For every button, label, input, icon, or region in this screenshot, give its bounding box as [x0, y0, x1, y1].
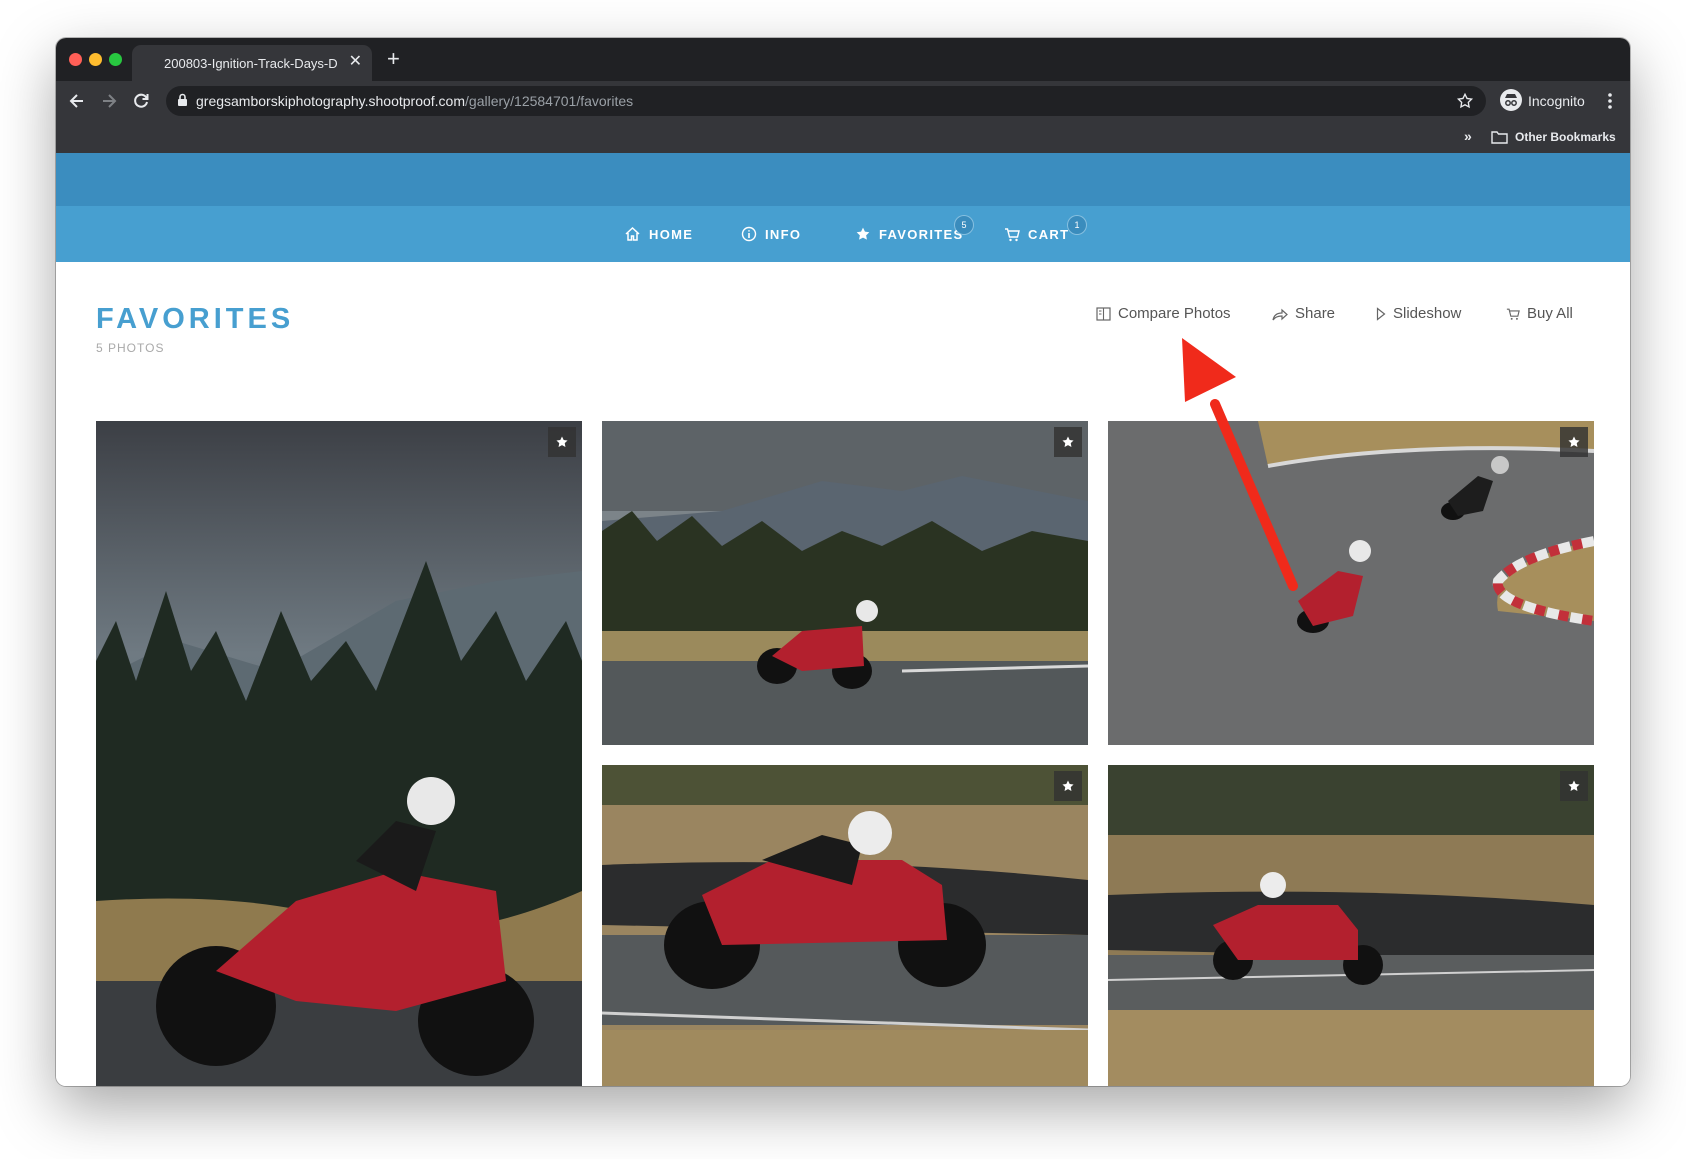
browser-toolbar: gregsamborskiphotography.shootproof.com/… — [56, 81, 1630, 121]
compare-icon — [1096, 306, 1111, 321]
incognito-label: Incognito — [1528, 93, 1585, 109]
nav-info-label: INFO — [765, 226, 802, 242]
gallery-photo-5[interactable] — [1108, 765, 1594, 1086]
url-text: gregsamborskiphotography.shootproof.com/… — [196, 93, 633, 109]
slideshow-label: Slideshow — [1393, 305, 1462, 322]
photo-image — [602, 765, 1088, 1086]
star-icon — [1062, 780, 1074, 791]
share-icon — [1272, 308, 1288, 320]
page-title: FAVORITES — [96, 303, 295, 335]
home-icon — [625, 226, 640, 241]
tab-strip: 200803-Ignition-Track-Days-D ✕ + — [56, 38, 1630, 81]
header-band — [56, 153, 1630, 206]
new-tab-icon[interactable]: + — [387, 47, 400, 71]
favorites-count-badge: 5 — [955, 216, 973, 234]
nav-favorites[interactable]: FAVORITES — [855, 206, 963, 262]
incognito-icon — [1500, 89, 1522, 111]
favorite-toggle-button[interactable] — [548, 427, 576, 457]
url-path: /gallery/12584701/favorites — [465, 93, 634, 109]
bookmarks-overflow-chevron[interactable]: » — [1464, 128, 1472, 144]
browser-window: 200803-Ignition-Track-Days-D ✕ + gregsam… — [56, 38, 1630, 1086]
gallery-photo-2[interactable] — [602, 421, 1088, 745]
page-viewport: HOME INFO FAVORITES 5 CART 1 FAVORITES 5… — [56, 153, 1630, 1086]
forward-icon[interactable] — [98, 90, 120, 112]
other-bookmarks-link[interactable]: Other Bookmarks — [1515, 130, 1616, 144]
buy-all-button[interactable]: Buy All — [1506, 305, 1573, 322]
address-bar[interactable]: gregsamborskiphotography.shootproof.com/… — [166, 86, 1486, 116]
favorite-toggle-button[interactable] — [1560, 427, 1588, 457]
nav-home-label: HOME — [649, 226, 694, 242]
url-host: gregsamborskiphotography.shootproof.com — [196, 93, 466, 109]
tab-close-icon[interactable]: ✕ — [349, 53, 362, 71]
star-icon — [1568, 436, 1580, 447]
reload-icon[interactable] — [130, 90, 152, 112]
slideshow-button[interactable]: Slideshow — [1376, 305, 1461, 322]
tab-title: 200803-Ignition-Track-Days-D — [164, 56, 338, 71]
buy-all-label: Buy All — [1527, 305, 1573, 322]
star-icon — [1062, 436, 1074, 447]
back-icon[interactable] — [66, 90, 88, 112]
play-icon — [1376, 306, 1386, 321]
compare-photos-button[interactable]: Compare Photos — [1096, 305, 1231, 322]
info-icon — [741, 226, 757, 242]
cart-icon — [1005, 227, 1020, 241]
favorite-toggle-button[interactable] — [1054, 427, 1082, 457]
photo-image — [602, 421, 1088, 745]
incognito-profile-button[interactable]: Incognito — [1495, 85, 1595, 117]
nav-favorites-label: FAVORITES — [879, 226, 964, 242]
folder-icon — [1491, 131, 1508, 144]
bookmark-star-icon[interactable] — [1456, 92, 1474, 110]
gallery-nav: HOME INFO FAVORITES 5 CART 1 — [56, 206, 1630, 262]
more-menu-icon[interactable] — [1607, 90, 1613, 112]
share-label: Share — [1295, 305, 1336, 322]
nav-cart-label: CART — [1028, 226, 1070, 242]
photo-image — [1108, 421, 1594, 745]
gallery-photo-1[interactable] — [96, 421, 582, 1086]
photo-image — [96, 421, 582, 1086]
favorite-toggle-button[interactable] — [1560, 771, 1588, 801]
share-button[interactable]: Share — [1272, 305, 1335, 322]
star-icon — [556, 436, 568, 447]
cart-count-badge: 1 — [1068, 216, 1086, 234]
maximize-window-button[interactable] — [109, 53, 122, 66]
cart-icon — [1506, 308, 1520, 320]
minimize-window-button[interactable] — [89, 53, 102, 66]
nav-home[interactable]: HOME — [624, 206, 693, 262]
close-window-button[interactable] — [69, 53, 82, 66]
lock-icon — [178, 93, 187, 106]
browser-tab[interactable]: 200803-Ignition-Track-Days-D ✕ — [132, 45, 372, 81]
compare-photos-label: Compare Photos — [1118, 305, 1231, 322]
favorite-toggle-button[interactable] — [1054, 771, 1082, 801]
bookmarks-bar: » Other Bookmarks — [56, 121, 1630, 153]
nav-info[interactable]: INFO — [741, 206, 801, 262]
gallery-photo-4[interactable] — [602, 765, 1088, 1086]
photo-count: 5 PHOTOS — [96, 341, 165, 355]
photo-image — [1108, 765, 1594, 1086]
star-icon — [856, 227, 870, 240]
nav-cart[interactable]: CART — [1004, 206, 1069, 262]
star-icon — [1568, 780, 1580, 791]
gallery-photo-3[interactable] — [1108, 421, 1594, 745]
